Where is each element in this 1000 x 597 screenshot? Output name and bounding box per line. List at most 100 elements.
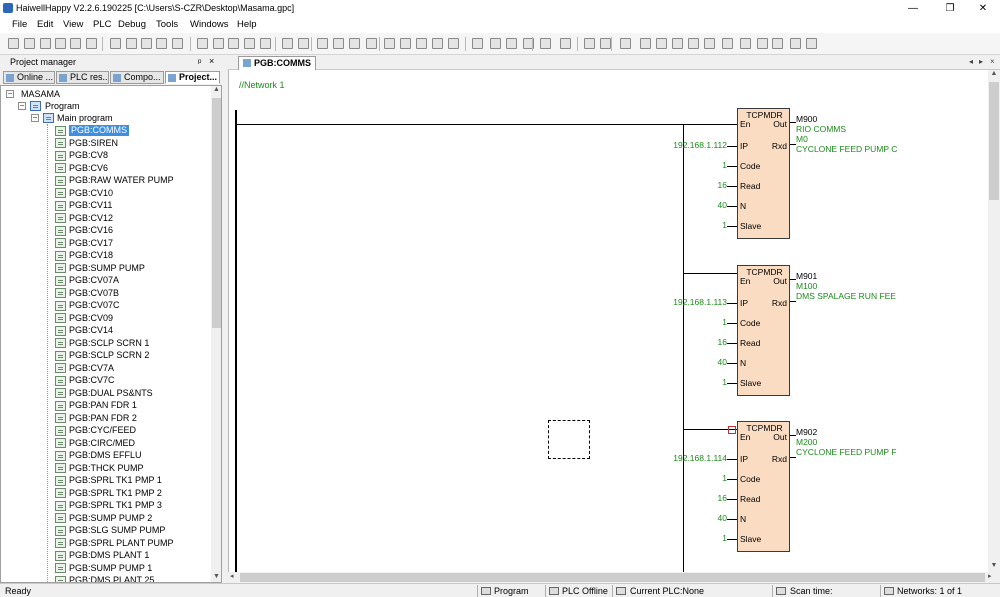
scroll-up-icon[interactable]: ▲ bbox=[988, 70, 1000, 77]
scroll-down-icon[interactable]: ▼ bbox=[211, 573, 221, 582]
toolbar-button-icon[interactable] bbox=[260, 38, 271, 49]
toolbar-button-icon[interactable] bbox=[584, 38, 595, 49]
tree-item-program-block[interactable]: PGB:CV17 bbox=[69, 238, 113, 249]
tree-item-program-block[interactable]: PGB:SUMP PUMP 2 bbox=[69, 513, 152, 524]
scroll-left-icon[interactable]: ◂ bbox=[230, 572, 234, 580]
tree-item-program-block[interactable]: PGB:CV07A bbox=[69, 275, 119, 286]
tree-item-program-block[interactable]: PGB:SPRL TK1 PMP 2 bbox=[69, 488, 162, 499]
tree-item-program-block[interactable]: PGB:DMS EFFLU bbox=[69, 450, 142, 461]
input-value[interactable]: 192.168.1.113 bbox=[637, 297, 727, 307]
tree-item-program-block[interactable]: PGB:CV7C bbox=[69, 375, 115, 386]
menu-plc[interactable]: PLC bbox=[93, 19, 111, 30]
toolbar-button-icon[interactable] bbox=[126, 38, 137, 49]
collapse-icon[interactable]: − bbox=[31, 114, 39, 122]
toolbar-button-icon[interactable] bbox=[228, 38, 239, 49]
input-value[interactable]: 40 bbox=[637, 513, 727, 523]
toolbar-button-icon[interactable] bbox=[8, 38, 19, 49]
tab-close-icon[interactable]: × bbox=[990, 57, 995, 66]
input-value[interactable]: 40 bbox=[637, 200, 727, 210]
toolbar-button-icon[interactable] bbox=[349, 38, 360, 49]
toolbar-button-icon[interactable] bbox=[70, 38, 81, 49]
toolbar-button-icon[interactable] bbox=[790, 38, 801, 49]
toolbar-button-icon[interactable] bbox=[600, 38, 611, 49]
tree-item-program-block[interactable]: PGB:SPRL PLANT PUMP bbox=[69, 538, 174, 549]
toolbar-button-icon[interactable] bbox=[24, 38, 35, 49]
toolbar-button-icon[interactable] bbox=[688, 38, 699, 49]
pin-icon[interactable]: ᵖ bbox=[198, 57, 201, 67]
toolbar-button-icon[interactable] bbox=[141, 38, 152, 49]
tree-item-program-block[interactable]: PGB:SLG SUMP PUMP bbox=[69, 525, 165, 536]
tree-item-program-block[interactable]: PGB:DMS PLANT 1 bbox=[69, 550, 149, 561]
tree-item-program-block[interactable]: PGB:CYC/FEED bbox=[69, 425, 136, 436]
tree-item-program-block[interactable]: PGB:DUAL PS&NTS bbox=[69, 388, 153, 399]
tab-next-icon[interactable]: ▸ bbox=[979, 57, 983, 66]
tab-plc-resources[interactable]: PLC res... bbox=[56, 71, 109, 84]
toolbar-button-icon[interactable] bbox=[282, 38, 293, 49]
editor-hscroll-thumb[interactable] bbox=[240, 573, 985, 582]
toolbar-button-icon[interactable] bbox=[172, 38, 183, 49]
tab-online[interactable]: Online ... bbox=[3, 71, 55, 84]
toolbar-button-icon[interactable] bbox=[506, 38, 517, 49]
tree-item-program-block[interactable]: PGB:DMS PLANT 25 bbox=[69, 575, 154, 582]
ladder-canvas[interactable]: //Network 1 TCPMDR En IP Code Read N Slave Out R… bbox=[228, 70, 988, 572]
editor-scroll-thumb[interactable] bbox=[989, 82, 999, 200]
toolbar-button-icon[interactable] bbox=[640, 38, 651, 49]
toolbar-button-icon[interactable] bbox=[448, 38, 459, 49]
tree-item-program-block[interactable]: PGB:CV7A bbox=[69, 363, 114, 374]
tree-node-program[interactable]: Program bbox=[45, 101, 80, 112]
toolbar-button-icon[interactable] bbox=[704, 38, 715, 49]
tree-item-program-block[interactable]: PGB:CV09 bbox=[69, 313, 113, 324]
scroll-right-icon[interactable]: ▸ bbox=[988, 572, 992, 580]
tree-root-masama[interactable]: MASAMA bbox=[21, 89, 60, 100]
editor-hscrollbar[interactable]: ◂ ▸ bbox=[228, 572, 1000, 583]
collapse-icon[interactable]: − bbox=[18, 102, 26, 110]
tree-item-program-block[interactable]: PGB:CV07C bbox=[69, 300, 120, 311]
input-value[interactable]: 1 bbox=[637, 220, 727, 230]
tree-item-program-block[interactable]: PGB:CV10 bbox=[69, 188, 113, 199]
tcpmdr-function-block[interactable]: TCPMDR En IP Code Read N Slave Out Rxd bbox=[737, 108, 790, 239]
toolbar-button-icon[interactable] bbox=[772, 38, 783, 49]
tree-item-program-block[interactable]: PGB:SIREN bbox=[69, 138, 118, 149]
input-value[interactable]: 1 bbox=[637, 377, 727, 387]
toolbar-button-icon[interactable] bbox=[366, 38, 377, 49]
tree-item-program-block[interactable]: PGB:CV6 bbox=[69, 163, 108, 174]
output-address[interactable]: M902 bbox=[796, 427, 817, 437]
toolbar-button-icon[interactable] bbox=[86, 38, 97, 49]
tree-item-program-block[interactable]: PGB:PAN FDR 2 bbox=[69, 413, 137, 424]
input-value[interactable]: 1 bbox=[637, 317, 727, 327]
tree-item-program-block[interactable]: PGB:SCLP SCRN 1 bbox=[69, 338, 149, 349]
tab-pgb-comms[interactable]: PGB:COMMS bbox=[238, 56, 316, 70]
output-address[interactable]: M900 bbox=[796, 114, 817, 124]
tree-scroll-thumb[interactable] bbox=[212, 98, 221, 328]
tree-node-main-program[interactable]: Main program bbox=[57, 113, 113, 124]
tree-item-program-block[interactable]: PGB:CV18 bbox=[69, 250, 113, 261]
input-value[interactable]: 16 bbox=[637, 337, 727, 347]
toolbar-button-icon[interactable] bbox=[298, 38, 309, 49]
close-panel-icon[interactable]: × bbox=[209, 56, 214, 66]
input-value[interactable]: 192.168.1.112 bbox=[637, 140, 727, 150]
input-value[interactable]: 192.168.1.114 bbox=[637, 453, 727, 463]
tree-item-program-block[interactable]: PGB:CV12 bbox=[69, 213, 113, 224]
toolbar-button-icon[interactable] bbox=[620, 38, 631, 49]
scroll-up-icon[interactable]: ▲ bbox=[211, 86, 221, 96]
tree-item-program-block[interactable]: PGB:THCK PUMP bbox=[69, 463, 144, 474]
toolbar-button-icon[interactable] bbox=[540, 38, 551, 49]
tree-item-program-block[interactable]: PGB:PAN FDR 1 bbox=[69, 400, 137, 411]
toolbar-button-icon[interactable] bbox=[110, 38, 121, 49]
tree-item-program-block[interactable]: PGB:SCLP SCRN 2 bbox=[69, 350, 149, 361]
editor-vscrollbar[interactable]: ▲ ▼ bbox=[988, 70, 1000, 572]
menu-edit[interactable]: Edit bbox=[37, 19, 53, 30]
toolbar-button-icon[interactable] bbox=[472, 38, 483, 49]
menu-debug[interactable]: Debug bbox=[118, 19, 146, 30]
toolbar-button-icon[interactable] bbox=[740, 38, 751, 49]
toolbar-button-icon[interactable] bbox=[416, 38, 427, 49]
restore-button[interactable]: ❐ bbox=[933, 0, 967, 17]
toolbar-button-icon[interactable] bbox=[757, 38, 768, 49]
close-button[interactable]: ✕ bbox=[966, 0, 1000, 17]
toolbar-button-icon[interactable] bbox=[400, 38, 411, 49]
toolbar-button-icon[interactable] bbox=[197, 38, 208, 49]
toolbar-button-icon[interactable] bbox=[40, 38, 51, 49]
input-value[interactable]: 40 bbox=[637, 357, 727, 367]
tree-item-program-block[interactable]: PGB:CV14 bbox=[69, 325, 113, 336]
tree-item-program-block[interactable]: PGB:COMMS bbox=[69, 125, 130, 136]
